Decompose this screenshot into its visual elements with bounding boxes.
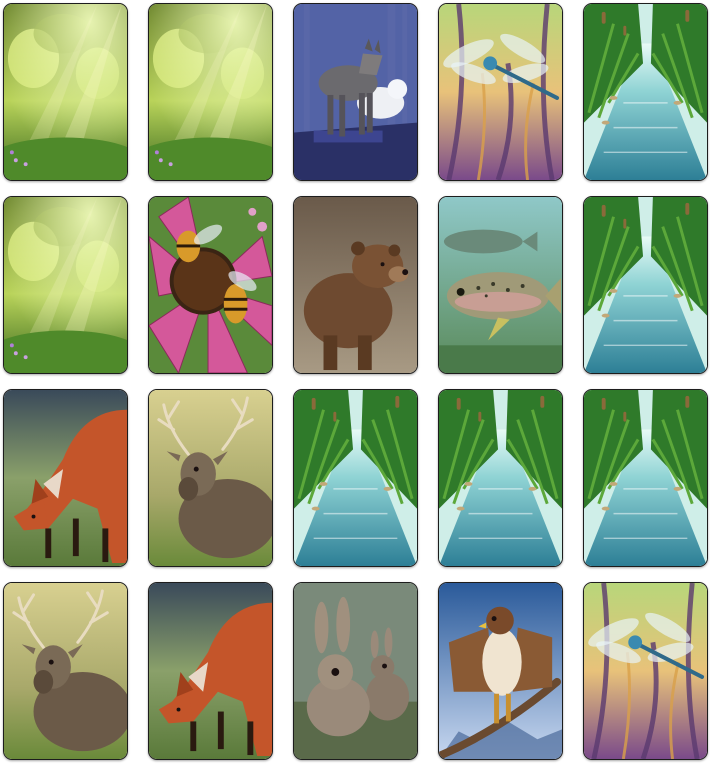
card-grid — [3, 3, 708, 760]
card-red-fox[interactable] — [148, 582, 273, 760]
card-bee-on-coneflower[interactable] — [148, 196, 273, 374]
card-stream[interactable] — [293, 389, 418, 567]
card-cottontail-rabbits[interactable] — [293, 582, 418, 760]
card-dragonfly[interactable] — [583, 582, 708, 760]
card-red-tailed-hawk[interactable] — [438, 582, 563, 760]
card-white-tailed-deer[interactable] — [3, 582, 128, 760]
trout-illustration — [439, 197, 562, 373]
card-forest-glade[interactable] — [3, 3, 128, 181]
card-stream[interactable] — [583, 196, 708, 374]
red-fox-illustration — [4, 390, 127, 566]
card-forest-glade[interactable] — [3, 196, 128, 374]
forest-glade-illustration — [4, 4, 127, 180]
gray-wolves-illustration — [294, 4, 417, 180]
card-red-fox[interactable] — [3, 389, 128, 567]
brown-bear-illustration — [294, 197, 417, 373]
card-white-tailed-deer[interactable] — [148, 389, 273, 567]
forest-glade-illustration — [149, 4, 272, 180]
dragonfly-illustration — [439, 4, 562, 180]
stream-illustration — [439, 390, 562, 566]
card-forest-glade[interactable] — [148, 3, 273, 181]
card-stream[interactable] — [583, 3, 708, 181]
card-trout[interactable] — [438, 196, 563, 374]
stream-illustration — [584, 390, 707, 566]
red-fox-illustration — [149, 583, 272, 759]
stream-illustration — [584, 4, 707, 180]
card-dragonfly[interactable] — [438, 3, 563, 181]
card-stream[interactable] — [438, 389, 563, 567]
stream-illustration — [294, 390, 417, 566]
card-stream[interactable] — [583, 389, 708, 567]
white-tailed-deer-illustration — [4, 583, 127, 759]
stream-illustration — [584, 197, 707, 373]
white-tailed-deer-illustration — [149, 390, 272, 566]
card-gray-wolves[interactable] — [293, 3, 418, 181]
red-tailed-hawk-illustration — [439, 583, 562, 759]
forest-glade-illustration — [4, 197, 127, 373]
cottontail-rabbits-illustration — [294, 583, 417, 759]
dragonfly-illustration — [584, 583, 707, 759]
card-brown-bear[interactable] — [293, 196, 418, 374]
bee-on-coneflower-illustration — [149, 197, 272, 373]
